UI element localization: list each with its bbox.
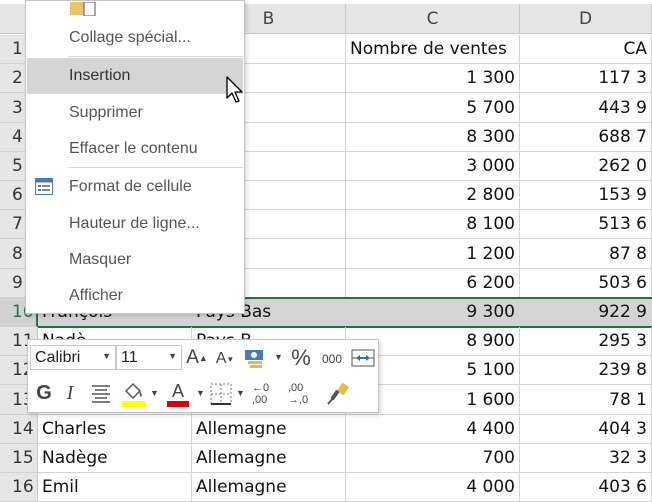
column-header-c[interactable]: C: [346, 4, 520, 34]
row-header[interactable]: 14: [0, 415, 38, 444]
comma-style-button[interactable]: 000: [318, 348, 346, 370]
borders-icon[interactable]: [208, 382, 234, 406]
cell-col-c[interactable]: 1 200: [346, 239, 520, 269]
percent-style-button[interactable]: %: [288, 345, 314, 371]
menu-separator: [68, 56, 243, 57]
cell-col-d[interactable]: 153 9: [520, 181, 652, 210]
cell-col-c[interactable]: 9 300: [346, 298, 520, 327]
cell-col-c[interactable]: 4 400: [346, 415, 520, 444]
chevron-down-icon[interactable]: ▼: [236, 388, 245, 398]
menu-item-label: Collage spécial...: [69, 29, 191, 46]
menu-item-label: Hauteur de ligne...: [69, 215, 200, 232]
menu-item-clear-contents[interactable]: Effacer le contenu: [27, 131, 243, 167]
fill-color-icon[interactable]: [120, 380, 148, 408]
cell-col-b[interactable]: Allemagne: [192, 444, 346, 473]
cell-col-d[interactable]: 32 3: [520, 444, 652, 473]
autofit-column-icon[interactable]: [350, 345, 376, 371]
align-center-icon[interactable]: [88, 382, 114, 404]
menu-item-unhide[interactable]: Afficher: [27, 278, 243, 314]
cell-col-d[interactable]: 87 8: [520, 239, 652, 269]
cell-col-c[interactable]: 5 700: [346, 93, 520, 123]
context-menu: Collage spécial... Insertion Supprimer E…: [25, 0, 245, 314]
menu-item-label: Effacer le contenu: [69, 140, 198, 157]
menu-item-label: Format de cellule: [69, 178, 192, 195]
menu-item-row-height[interactable]: Hauteur de ligne...: [27, 206, 243, 242]
increase-decimal-button[interactable]: ←0 ,00: [252, 380, 286, 408]
accounting-format-icon[interactable]: [242, 346, 270, 370]
row-header[interactable]: 15: [0, 444, 38, 473]
cell-col-d[interactable]: 513 6: [520, 210, 652, 239]
font-size-value: 11: [121, 348, 138, 366]
menu-item-label: Supprimer: [69, 104, 143, 121]
font-name-select[interactable]: Calibri ▼: [30, 345, 116, 370]
column-header-d[interactable]: D: [520, 4, 652, 34]
paste-icon[interactable]: [70, 1, 100, 17]
menu-item-delete[interactable]: Supprimer: [27, 95, 243, 131]
cell-col-d[interactable]: 78 1: [520, 385, 652, 415]
cell-col-d[interactable]: 117 3: [520, 64, 652, 93]
menu-item-hide[interactable]: Masquer: [27, 242, 243, 278]
bold-button[interactable]: G: [32, 380, 56, 406]
cell-col-c[interactable]: 1 300: [346, 64, 520, 93]
font-size-select[interactable]: 11 ▼: [116, 345, 182, 370]
menu-item-label: Masquer: [69, 251, 132, 268]
cell-col-a[interactable]: Nadège: [38, 444, 192, 473]
cell-col-d[interactable]: CA: [520, 35, 652, 64]
chevron-down-icon[interactable]: ▼: [168, 351, 177, 361]
fill-color-swatch: [122, 401, 146, 407]
menu-item-format-cells[interactable]: Format de cellule: [27, 169, 243, 205]
cell-col-c[interactable]: 8 300: [346, 123, 520, 152]
cell-col-d[interactable]: 295 3: [520, 327, 652, 356]
chevron-down-icon[interactable]: ▼: [196, 388, 205, 398]
chevron-down-icon[interactable]: ▼: [102, 351, 111, 361]
font-color-icon[interactable]: A: [164, 380, 192, 408]
chevron-down-icon[interactable]: ▼: [150, 388, 159, 398]
cell-col-c[interactable]: 8 100: [346, 210, 520, 239]
cell-col-c[interactable]: 3 000: [346, 152, 520, 181]
font-name-value: Calibri: [35, 348, 81, 366]
cell-col-d[interactable]: 503 6: [520, 269, 652, 298]
format-painter-icon[interactable]: [324, 380, 352, 408]
cell-col-d[interactable]: 262 0: [520, 152, 652, 181]
menu-item-label: Afficher: [69, 287, 123, 304]
cell-col-d[interactable]: 443 9: [520, 93, 652, 123]
decrease-font-size-icon[interactable]: A ▼: [214, 348, 236, 370]
row-header[interactable]: 16: [0, 473, 38, 502]
cell-col-d[interactable]: 404 3: [520, 415, 652, 444]
italic-button[interactable]: I: [60, 380, 80, 406]
svg-text:A: A: [172, 381, 184, 401]
format-cells-icon: [35, 178, 53, 200]
cell-col-d[interactable]: 403 6: [520, 473, 652, 502]
decrease-decimal-button[interactable]: ,00 →,0: [288, 380, 322, 408]
cell-col-d[interactable]: 688 7: [520, 123, 652, 152]
cell-col-c[interactable]: 2 800: [346, 181, 520, 210]
cell-col-b[interactable]: Allemagne: [192, 473, 346, 502]
menu-item-paste-special[interactable]: Collage spécial...: [27, 20, 243, 56]
cell-col-a[interactable]: Charles: [38, 415, 192, 444]
menu-separator: [68, 167, 243, 168]
chevron-down-icon[interactable]: ▼: [274, 352, 283, 362]
cell-col-c[interactable]: 700: [346, 444, 520, 473]
cell-col-b[interactable]: Allemagne: [192, 415, 346, 444]
cell-col-d[interactable]: 239 8: [520, 356, 652, 385]
menu-item-insert[interactable]: Insertion: [27, 58, 243, 94]
menu-item-label: Insertion: [69, 67, 131, 84]
cell-col-c[interactable]: 4 000: [346, 473, 520, 502]
cell-col-d[interactable]: 922 9: [520, 298, 652, 327]
cell-col-c[interactable]: 6 200: [346, 269, 520, 298]
mouse-pointer-icon: [226, 76, 246, 108]
cell-col-c[interactable]: Nombre de ventes: [346, 35, 520, 64]
increase-font-size-icon[interactable]: A ▲: [186, 346, 208, 370]
mini-toolbar: Calibri ▼ 11 ▼ A ▲ A ▼ ▼ % 000 G I ▼ A ▼…: [27, 339, 379, 413]
cell-col-a[interactable]: Emil: [38, 473, 192, 502]
